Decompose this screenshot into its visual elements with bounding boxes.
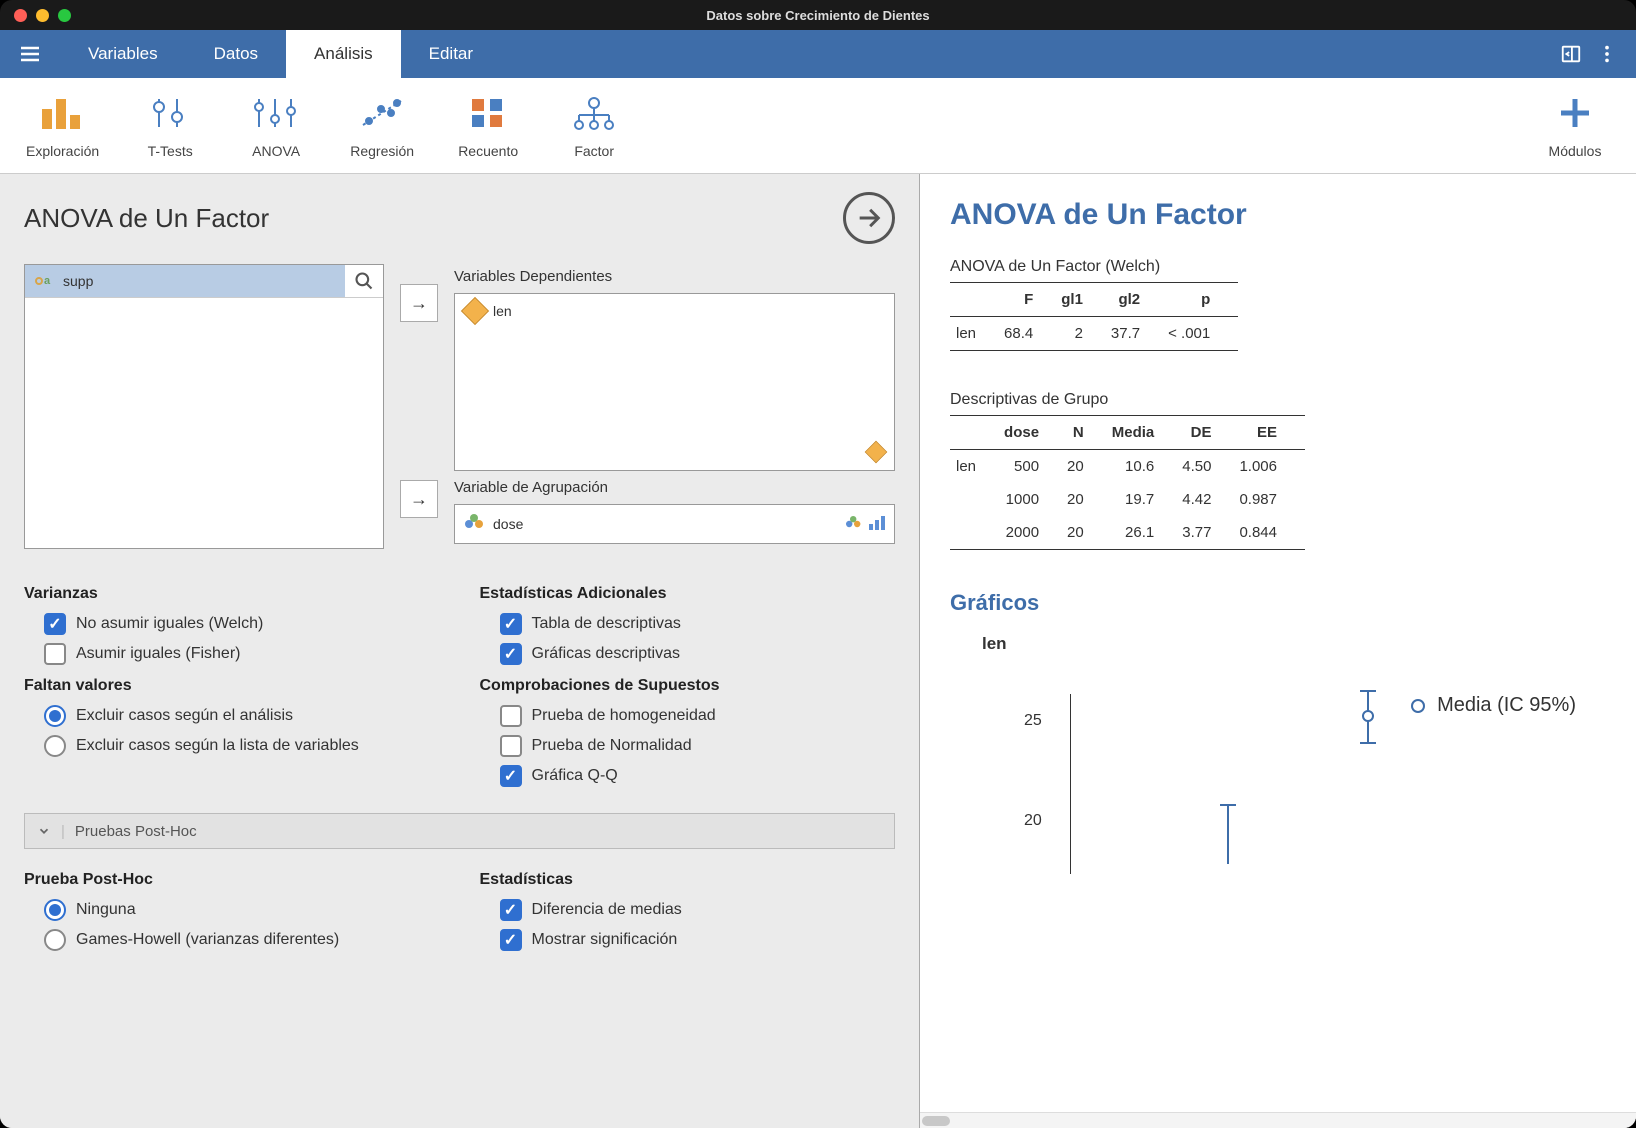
group-var-label: Variable de Agrupación bbox=[454, 479, 895, 496]
tab-analysis[interactable]: Análisis bbox=[286, 30, 401, 78]
allowed-type-ordinal-icon bbox=[868, 514, 886, 530]
window-toggle-icon[interactable] bbox=[1560, 43, 1582, 65]
continuous-icon bbox=[461, 297, 489, 325]
results-title: ANOVA de Un Factor bbox=[950, 198, 1606, 232]
anova-table: F gl1 gl2 p len 68.4 2 37.7 < .001 bbox=[950, 282, 1238, 351]
addstats-section-title: Estadísticas Adicionales bbox=[480, 585, 896, 603]
tool-factor[interactable]: Factor bbox=[559, 93, 629, 159]
tool-frequencies[interactable]: Recuento bbox=[453, 93, 523, 159]
posthoc-stats-title: Estadísticas bbox=[480, 871, 896, 889]
variable-item-label: supp bbox=[63, 273, 93, 289]
title-bar: Datos sobre Crecimiento de Dientes bbox=[0, 0, 1636, 30]
checkbox-homogeneity[interactable] bbox=[500, 705, 522, 727]
variable-supply-list[interactable]: a supp bbox=[24, 264, 384, 549]
chevron-down-icon bbox=[37, 824, 51, 838]
grouping-variable-box[interactable]: dose bbox=[454, 504, 895, 544]
tool-exploration[interactable]: Exploración bbox=[26, 93, 99, 159]
menu-bar: Variables Datos Análisis Editar bbox=[0, 30, 1636, 78]
checkbox-welch[interactable] bbox=[44, 613, 66, 635]
horizontal-scrollbar[interactable] bbox=[920, 1112, 1636, 1128]
dependent-variables-box[interactable]: len bbox=[454, 293, 895, 471]
posthoc-test-title: Prueba Post-Hoc bbox=[24, 871, 440, 889]
checkbox-normality[interactable] bbox=[500, 735, 522, 757]
assumptions-section-title: Comprobaciones de Supuestos bbox=[480, 677, 896, 695]
tab-edit[interactable]: Editar bbox=[401, 30, 501, 78]
nominal-text-icon: a bbox=[35, 273, 55, 289]
analysis-toolbar: Exploración T-Tests bbox=[0, 78, 1636, 174]
posthoc-collapsible[interactable]: | Pruebas Post-Hoc bbox=[24, 813, 895, 849]
ttest-icon bbox=[147, 93, 193, 133]
tab-data[interactable]: Datos bbox=[186, 30, 286, 78]
scatter-icon bbox=[359, 93, 405, 133]
assign-grouping-button[interactable]: → bbox=[400, 480, 438, 518]
desc-table-title: Descriptivas de Grupo bbox=[950, 391, 1606, 409]
anova-icon bbox=[251, 93, 301, 133]
checkbox-mean-diff[interactable] bbox=[500, 899, 522, 921]
checkbox-desc-plots[interactable] bbox=[500, 643, 522, 665]
allowed-type-continuous-icon bbox=[865, 441, 888, 464]
tool-anova[interactable]: ANOVA bbox=[241, 93, 311, 159]
search-variables-button[interactable] bbox=[345, 265, 383, 297]
tool-regression[interactable]: Regresión bbox=[347, 93, 417, 159]
window-title: Datos sobre Crecimiento de Dientes bbox=[0, 8, 1636, 23]
dep-vars-label: Variables Dependientes bbox=[454, 268, 895, 285]
checkbox-qq[interactable] bbox=[500, 765, 522, 787]
collapse-options-button[interactable] bbox=[843, 192, 895, 244]
radio-posthoc-none[interactable] bbox=[44, 899, 66, 921]
checkbox-fisher[interactable] bbox=[44, 643, 66, 665]
checkbox-desc-table[interactable] bbox=[500, 613, 522, 635]
panel-title: ANOVA de Un Factor bbox=[24, 203, 269, 234]
anova-table-title: ANOVA de Un Factor (Welch) bbox=[950, 258, 1606, 276]
dep-var-item: len bbox=[493, 303, 512, 319]
descriptives-chart: Media (IC 95%) 25 20 bbox=[990, 694, 1606, 874]
nominal-icon bbox=[465, 514, 485, 534]
legend-label: Media (IC 95%) bbox=[1437, 694, 1576, 717]
tree-icon bbox=[571, 93, 617, 133]
variances-section-title: Varianzas bbox=[24, 585, 440, 603]
assign-dependent-button[interactable]: → bbox=[400, 284, 438, 322]
radio-posthoc-games[interactable] bbox=[44, 929, 66, 951]
grid-icon bbox=[468, 93, 508, 133]
group-var-item: dose bbox=[493, 516, 523, 532]
y-tick-25: 25 bbox=[1024, 712, 1042, 730]
plots-heading: Gráficos bbox=[950, 590, 1606, 616]
descriptives-table: dose N Media DE EE len5002010.64.501.006… bbox=[950, 415, 1305, 550]
options-panel: ANOVA de Un Factor a supp bbox=[0, 174, 920, 1128]
tool-modules[interactable]: Módulos bbox=[1540, 93, 1610, 159]
radio-miss-analysis[interactable] bbox=[44, 705, 66, 727]
missing-section-title: Faltan valores bbox=[24, 677, 440, 695]
hamburger-menu-button[interactable] bbox=[0, 30, 60, 78]
radio-miss-listwise[interactable] bbox=[44, 735, 66, 757]
allowed-type-nominal-icon bbox=[846, 516, 862, 532]
results-panel: ANOVA de Un Factor ANOVA de Un Factor (W… bbox=[920, 174, 1636, 1128]
tool-ttests[interactable]: T-Tests bbox=[135, 93, 205, 159]
plus-icon bbox=[1557, 93, 1593, 133]
plot-title: len bbox=[982, 634, 1606, 654]
bar-chart-icon bbox=[40, 93, 86, 133]
tab-variables[interactable]: Variables bbox=[60, 30, 186, 78]
kebab-menu-icon[interactable] bbox=[1596, 43, 1618, 65]
checkbox-show-sig[interactable] bbox=[500, 929, 522, 951]
y-tick-20: 20 bbox=[1024, 812, 1042, 830]
